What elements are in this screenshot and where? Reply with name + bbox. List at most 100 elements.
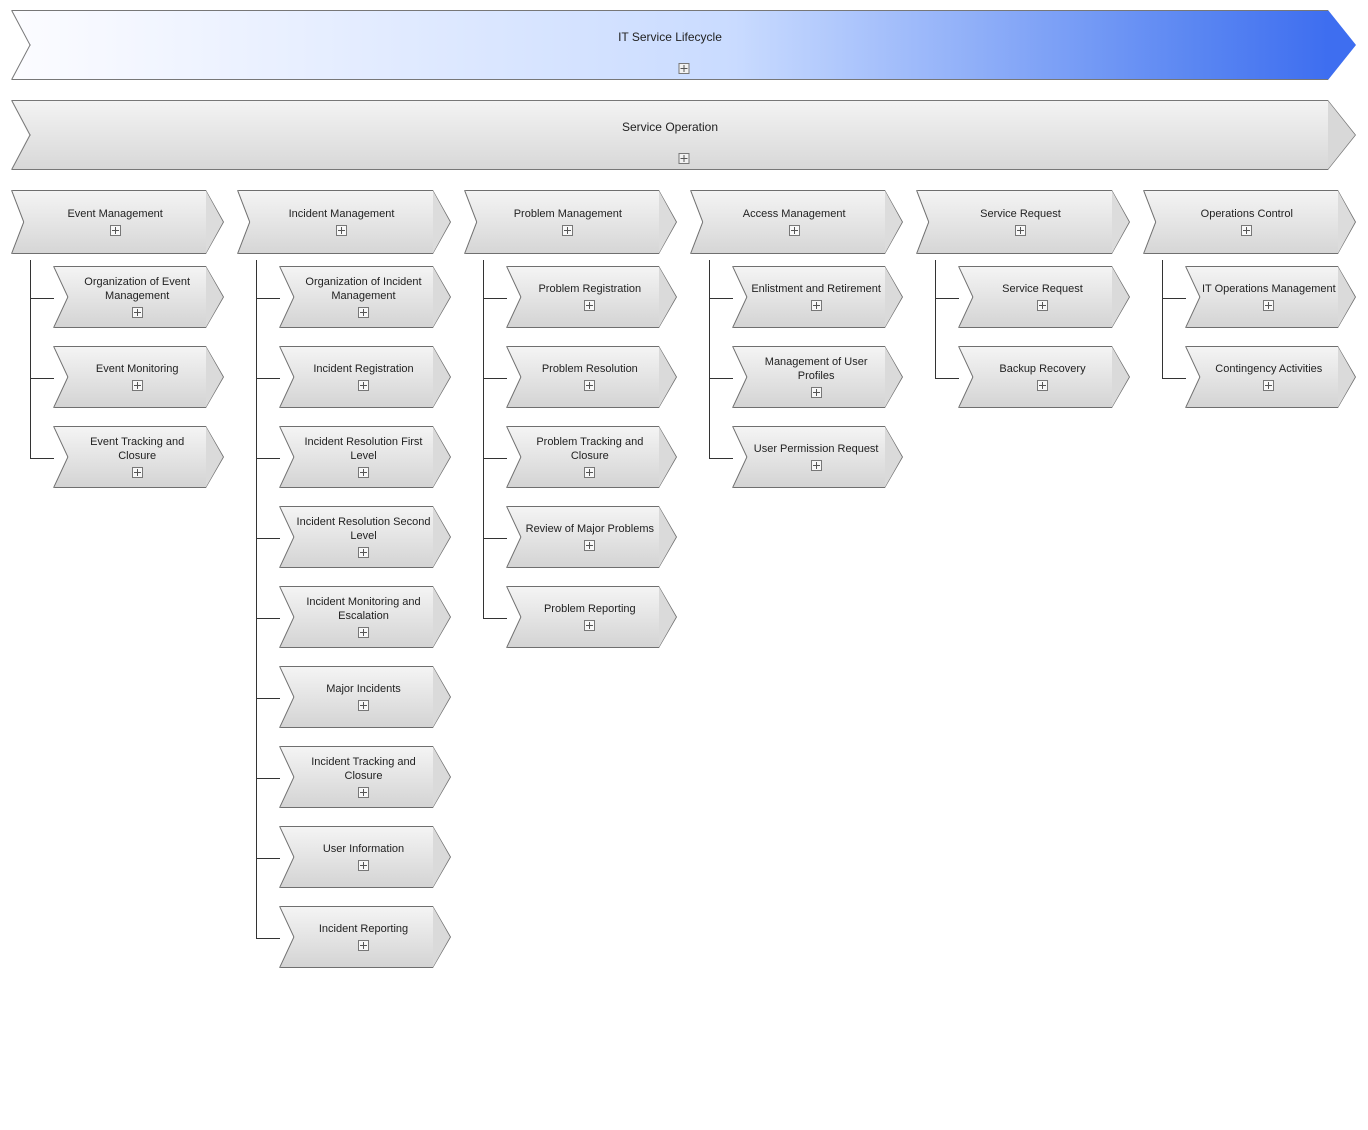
process-label: Incident Resolution First Level: [296, 426, 430, 488]
category-label: Incident Management: [252, 190, 430, 254]
process-node[interactable]: Incident Resolution Second Level: [280, 506, 450, 568]
process-node[interactable]: User Information: [280, 826, 450, 888]
expand-icon[interactable]: [1241, 225, 1252, 236]
chevron-body: [12, 100, 1328, 170]
tree-connector: [256, 778, 280, 779]
tree-connector: [256, 458, 280, 459]
expand-icon[interactable]: [358, 467, 369, 478]
expand-icon[interactable]: [1263, 300, 1274, 311]
process-node[interactable]: Problem Tracking and Closure: [507, 426, 677, 488]
process-label: Management of User Profiles: [749, 346, 883, 408]
process-node[interactable]: Enlistment and Retirement: [733, 266, 903, 328]
expand-icon[interactable]: [358, 700, 369, 711]
expand-icon[interactable]: [811, 300, 822, 311]
expand-icon[interactable]: [789, 225, 800, 236]
category-chevron[interactable]: Service Request: [917, 190, 1129, 254]
tree-connector: [256, 938, 280, 939]
category-chevron[interactable]: Access Management: [691, 190, 903, 254]
chevron-tail-outline: [12, 100, 30, 170]
process-label: Incident Reporting: [296, 906, 430, 968]
process-node[interactable]: Major Incidents: [280, 666, 450, 728]
category-chevron[interactable]: Operations Control: [1144, 190, 1356, 254]
expand-icon[interactable]: [132, 307, 143, 318]
process-label: User Permission Request: [749, 426, 883, 488]
tree-connector: [483, 618, 507, 619]
tree-connector: [256, 538, 280, 539]
process-node[interactable]: User Permission Request: [733, 426, 903, 488]
process-label: Incident Resolution Second Level: [296, 506, 430, 568]
tree-connector: [483, 458, 507, 459]
process-node[interactable]: IT Operations Management: [1186, 266, 1356, 328]
process-node[interactable]: Incident Reporting: [280, 906, 450, 968]
process-label: Organization of Event Management: [70, 266, 204, 328]
expand-icon[interactable]: [358, 547, 369, 558]
expand-icon[interactable]: [562, 225, 573, 236]
expand-icon[interactable]: [811, 460, 822, 471]
expand-icon[interactable]: [584, 540, 595, 551]
expand-icon[interactable]: [110, 225, 121, 236]
process-node[interactable]: Organization of Incident Management: [280, 266, 450, 328]
process-label: Backup Recovery: [975, 346, 1109, 408]
tree-connector: [30, 298, 54, 299]
tree-connector: [709, 378, 733, 379]
expand-icon[interactable]: [584, 620, 595, 631]
expand-icon[interactable]: [358, 787, 369, 798]
tree-connector: [256, 698, 280, 699]
process-node[interactable]: Problem Registration: [507, 266, 677, 328]
tree-connector: [256, 858, 280, 859]
tree-connector: [256, 618, 280, 619]
chevron-tail-outline: [12, 10, 30, 80]
expand-icon[interactable]: [358, 380, 369, 391]
expand-icon[interactable]: [811, 387, 822, 398]
process-node[interactable]: Review of Major Problems: [507, 506, 677, 568]
process-node[interactable]: Service Request: [959, 266, 1129, 328]
process-node[interactable]: Event Monitoring: [54, 346, 224, 408]
process-node[interactable]: Incident Tracking and Closure: [280, 746, 450, 808]
tree-connector: [1162, 298, 1186, 299]
expand-icon[interactable]: [358, 860, 369, 871]
process-node[interactable]: Contingency Activities: [1186, 346, 1356, 408]
expand-icon[interactable]: [679, 153, 690, 164]
process-node[interactable]: Problem Resolution: [507, 346, 677, 408]
expand-icon[interactable]: [1263, 380, 1274, 391]
process-node[interactable]: Incident Resolution First Level: [280, 426, 450, 488]
expand-icon[interactable]: [1037, 300, 1048, 311]
expand-icon[interactable]: [584, 467, 595, 478]
category-label: Service Request: [931, 190, 1109, 254]
process-label: Problem Tracking and Closure: [523, 426, 657, 488]
expand-icon[interactable]: [584, 380, 595, 391]
category-chevron[interactable]: Event Management: [12, 190, 224, 254]
process-label: Major Incidents: [296, 666, 430, 728]
tree-connector: [483, 538, 507, 539]
process-node[interactable]: Management of User Profiles: [733, 346, 903, 408]
process-label: User Information: [296, 826, 430, 888]
tree-connector: [1162, 378, 1186, 379]
expand-icon[interactable]: [358, 627, 369, 638]
expand-icon[interactable]: [679, 63, 690, 74]
lifecycle-label: IT Service Lifecycle: [12, 30, 1328, 44]
process-node[interactable]: Backup Recovery: [959, 346, 1129, 408]
process-node[interactable]: Problem Reporting: [507, 586, 677, 648]
expand-icon[interactable]: [336, 225, 347, 236]
expand-icon[interactable]: [1015, 225, 1026, 236]
category-chevron[interactable]: Incident Management: [238, 190, 450, 254]
process-label: Incident Registration: [296, 346, 430, 408]
tree-connector: [483, 378, 507, 379]
expand-icon[interactable]: [358, 307, 369, 318]
process-node[interactable]: Organization of Event Management: [54, 266, 224, 328]
process-node[interactable]: Incident Registration: [280, 346, 450, 408]
expand-icon[interactable]: [132, 467, 143, 478]
lifecycle-chevron[interactable]: IT Service Lifecycle: [12, 10, 1356, 80]
expand-icon[interactable]: [584, 300, 595, 311]
service-operation-chevron[interactable]: Service Operation: [12, 100, 1356, 170]
expand-icon[interactable]: [1037, 380, 1048, 391]
process-node[interactable]: Incident Monitoring and Escalation: [280, 586, 450, 648]
expand-icon[interactable]: [358, 940, 369, 951]
tree-connector: [935, 298, 959, 299]
process-node[interactable]: Event Tracking and Closure: [54, 426, 224, 488]
expand-icon[interactable]: [132, 380, 143, 391]
process-label: Problem Registration: [523, 266, 657, 328]
process-label: Service Request: [975, 266, 1109, 328]
category-chevron[interactable]: Problem Management: [465, 190, 677, 254]
tree-connector: [483, 298, 507, 299]
